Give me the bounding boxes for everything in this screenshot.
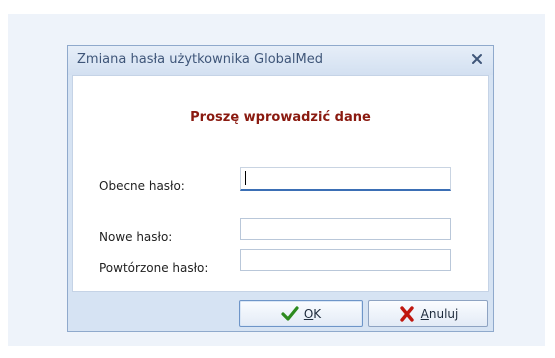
text-caret (245, 171, 246, 185)
dialog-title: Zmiana hasła użytkownika GlobalMed (77, 52, 323, 67)
background-bottom (0, 346, 555, 358)
repeat-password-input[interactable] (240, 249, 451, 271)
background-right (545, 0, 555, 358)
cancel-button[interactable]: Anuluj (368, 300, 488, 327)
change-password-dialog: Zmiana hasła użytkownika GlobalMed Prosz… (67, 45, 494, 332)
new-password-input[interactable] (240, 218, 451, 240)
current-password-input[interactable] (240, 167, 451, 191)
ok-button-label: OK (303, 306, 322, 321)
dialog-content: Proszę wprowadzić dane Obecne hasło: Now… (72, 75, 489, 292)
x-icon (398, 305, 416, 322)
current-password-label: Obecne hasło: (99, 179, 185, 193)
ok-button[interactable]: OK (239, 300, 363, 327)
check-icon (281, 305, 299, 322)
dialog-titlebar[interactable]: Zmiana hasła użytkownika GlobalMed (68, 46, 493, 75)
cancel-button-label: Anuluj (420, 306, 459, 321)
new-password-label: Nowe hasło: (99, 230, 173, 244)
repeat-password-label: Powtórzone hasło: (99, 261, 209, 275)
form-heading: Proszę wprowadzić dane (190, 110, 371, 125)
background-left (0, 0, 8, 358)
dialog-footer: OK Anuluj (72, 294, 489, 327)
close-icon[interactable] (469, 51, 485, 67)
background-top (0, 0, 555, 14)
